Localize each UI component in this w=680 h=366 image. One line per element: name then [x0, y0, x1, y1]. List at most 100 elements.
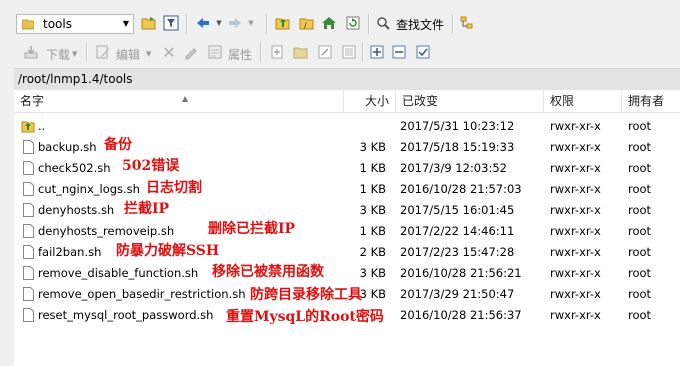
file-size: 2 KB [359, 245, 386, 259]
file-modified: 2017/5/31 10:23:12 [400, 119, 515, 133]
annotation-check502: 502错误 [122, 158, 180, 174]
column-size[interactable]: 大小 [344, 90, 396, 112]
annotation-fail2ban: 防暴力破解SSH [116, 243, 220, 259]
sort-ascending-icon: ▲ [182, 94, 189, 103]
file-owner: root [628, 140, 652, 154]
file-permissions: rwxr-xr-x [550, 287, 601, 301]
file-owner: root [628, 161, 652, 175]
file-name: fail2ban.sh [38, 245, 102, 259]
annotation-remove-disable-function: 移除已被禁用函数 [212, 264, 324, 280]
file-size: 1 KB [359, 182, 386, 196]
separator [86, 42, 88, 62]
file-name: remove_open_basedir_restriction.sh [38, 287, 246, 301]
parent-directory-icon[interactable] [274, 14, 292, 32]
file-size: 1 KB [359, 161, 386, 175]
column-owner[interactable]: 拥有者 [622, 90, 680, 112]
file-icon [23, 224, 34, 238]
chevron-down-icon[interactable]: ▼ [242, 14, 260, 32]
file-owner: root [628, 308, 652, 322]
file-owner: root [628, 287, 652, 301]
file-owner: root [628, 224, 652, 238]
separator [452, 14, 454, 34]
column-permissions[interactable]: 权限 [544, 90, 622, 112]
svg-text:/: / [304, 21, 307, 30]
file-name: denyhosts.sh [38, 203, 115, 217]
file-permissions: rwxr-xr-x [550, 161, 601, 175]
annotation-backup: 备份 [104, 137, 132, 153]
file-name: check502.sh [38, 161, 111, 175]
find-files-icon[interactable] [374, 14, 392, 32]
edit-icon[interactable] [94, 43, 112, 61]
edit-button[interactable]: 编辑 [116, 46, 140, 63]
collapse-icon[interactable] [390, 43, 408, 61]
download-button[interactable]: 下载 [46, 46, 70, 63]
column-header: 名字 ▲ 大小 已改变 权限 拥有者 [14, 90, 680, 113]
file-modified: 2016/10/28 21:56:37 [400, 308, 522, 322]
annotation-reset-mysql: 重置MysqL的Root密码 [226, 309, 384, 325]
file-icon [23, 182, 34, 196]
file-modified: 2016/10/28 21:56:21 [400, 266, 522, 280]
file-icon [23, 308, 34, 322]
path-bar[interactable]: /root/lnmp1.4/tools [14, 68, 680, 91]
file-icon [23, 203, 34, 217]
current-path: /root/lnmp1.4/tools [18, 72, 133, 86]
file-size: 3 KB [359, 203, 386, 217]
list-item[interactable]: remove_disable_function.sh 3 KB 2016/10/… [14, 263, 680, 284]
home-icon[interactable] [320, 14, 338, 32]
separator [186, 14, 188, 34]
rename-icon[interactable] [182, 43, 200, 61]
location-value: tools [43, 17, 72, 31]
tree-view-icon[interactable] [458, 14, 476, 32]
download-icon[interactable] [22, 43, 40, 61]
file-permissions: rwxr-xr-x [550, 140, 601, 154]
file-modified: 2017/2/22 14:46:11 [400, 224, 515, 238]
separator [368, 14, 370, 34]
delete-icon[interactable]: ✕ [160, 43, 178, 62]
file-modified: 2017/3/29 21:50:47 [400, 287, 515, 301]
properties-button[interactable]: 属性 [228, 46, 252, 63]
parent-folder-icon [21, 121, 35, 133]
file-owner: root [628, 203, 652, 217]
properties-icon[interactable] [206, 43, 224, 61]
file-size: 1 KB [359, 224, 386, 238]
chevron-down-icon[interactable]: ▼ [121, 17, 131, 31]
location-combobox[interactable]: tools ▼ [16, 14, 134, 34]
list-item[interactable]: fail2ban.sh 2 KB 2017/2/23 15:47:28 rwxr… [14, 242, 680, 263]
file-name: remove_disable_function.sh [38, 266, 199, 280]
checkbox-select-icon[interactable] [414, 43, 432, 61]
list-item[interactable]: cut_nginx_logs.sh 1 KB 2016/10/28 21:57:… [14, 179, 680, 200]
open-folder-icon[interactable] [140, 14, 158, 32]
column-name[interactable]: 名字 ▲ [14, 90, 344, 112]
expand-icon[interactable] [368, 43, 386, 61]
separator [362, 42, 364, 62]
file-icon [23, 245, 34, 259]
chevron-down-icon[interactable]: ▼ [72, 50, 77, 58]
refresh-icon[interactable] [344, 14, 362, 32]
file-permissions: rwxr-xr-x [550, 182, 601, 196]
file-owner: root [628, 245, 652, 259]
file-permissions: rwxr-xr-x [550, 266, 601, 280]
new-file-icon[interactable] [268, 43, 286, 61]
file-modified: 2017/5/18 15:19:33 [400, 140, 515, 154]
annotation-denyhosts: 拦截IP [124, 201, 170, 217]
folder-icon [22, 19, 34, 30]
link-icon[interactable] [316, 43, 334, 61]
root-directory-icon[interactable]: / [298, 14, 316, 32]
annotation-denyhosts-removeip: 删除已拦截IP [208, 221, 296, 237]
file-owner: root [628, 266, 652, 280]
list-item[interactable]: denyhosts.sh 3 KB 2017/5/15 16:01:45 rwx… [14, 200, 680, 221]
list-item[interactable]: check502.sh 1 KB 2017/3/9 12:03:52 rwxr-… [14, 158, 680, 179]
file-modified: 2017/2/23 15:47:28 [400, 245, 515, 259]
select-icon[interactable] [340, 43, 358, 61]
file-size: 3 KB [359, 266, 386, 280]
chevron-down-icon[interactable]: ▼ [146, 50, 151, 58]
list-item[interactable]: denyhosts_removeip.sh 1 KB 2017/2/22 14:… [14, 221, 680, 242]
file-name: denyhosts_removeip.sh [38, 224, 175, 238]
file-name: backup.sh [38, 140, 97, 154]
column-modified[interactable]: 已改变 [396, 90, 544, 112]
file-modified: 2016/10/28 21:57:03 [400, 182, 522, 196]
filter-icon[interactable] [162, 14, 180, 32]
new-folder-icon[interactable] [292, 43, 310, 61]
file-icon [23, 140, 34, 154]
find-files-button[interactable]: 查找文件 [396, 16, 444, 33]
